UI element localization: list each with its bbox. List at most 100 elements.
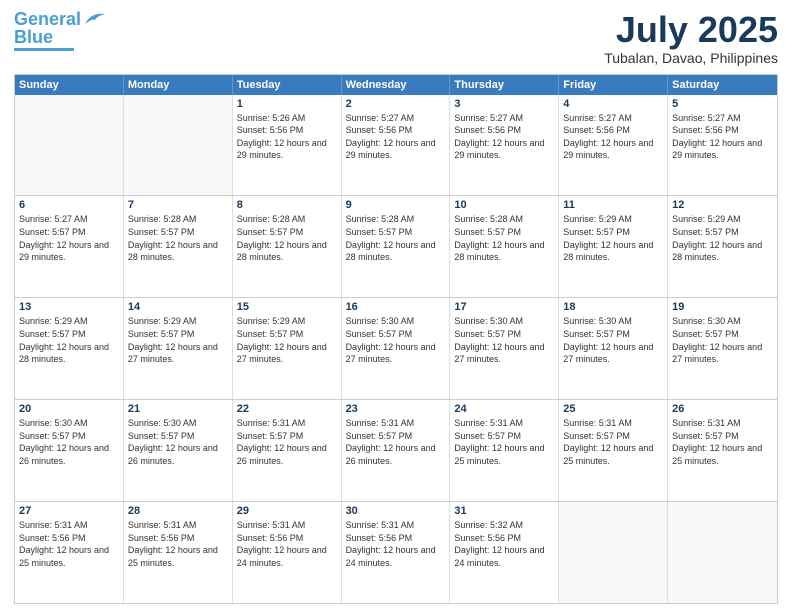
daylight-hours: Daylight: 12 hours and 29 minutes. bbox=[19, 239, 119, 264]
calendar-cell: 19Sunrise: 5:30 AMSunset: 5:57 PMDayligh… bbox=[668, 298, 777, 399]
sunrise-time: Sunrise: 5:30 AM bbox=[128, 417, 228, 430]
sunrise-time: Sunrise: 5:30 AM bbox=[454, 315, 554, 328]
day-number: 9 bbox=[346, 199, 446, 211]
sunrise-time: Sunrise: 5:28 AM bbox=[128, 213, 228, 226]
day-number: 3 bbox=[454, 98, 554, 110]
sunrise-time: Sunrise: 5:31 AM bbox=[672, 417, 773, 430]
sunrise-time: Sunrise: 5:31 AM bbox=[346, 417, 446, 430]
sunrise-time: Sunrise: 5:27 AM bbox=[563, 112, 663, 125]
sunset-time: Sunset: 5:56 PM bbox=[19, 532, 119, 545]
calendar-cell: 23Sunrise: 5:31 AMSunset: 5:57 PMDayligh… bbox=[342, 400, 451, 501]
calendar-row: 1Sunrise: 5:26 AMSunset: 5:56 PMDaylight… bbox=[15, 95, 777, 196]
header: General Blue July 2025 Tubalan, Davao, P… bbox=[14, 10, 778, 66]
sunrise-time: Sunrise: 5:30 AM bbox=[19, 417, 119, 430]
daylight-hours: Daylight: 12 hours and 25 minutes. bbox=[563, 442, 663, 467]
daylight-hours: Daylight: 12 hours and 24 minutes. bbox=[346, 544, 446, 569]
day-number: 31 bbox=[454, 505, 554, 517]
sunrise-time: Sunrise: 5:29 AM bbox=[237, 315, 337, 328]
sunrise-time: Sunrise: 5:27 AM bbox=[19, 213, 119, 226]
calendar-row: 27Sunrise: 5:31 AMSunset: 5:56 PMDayligh… bbox=[15, 501, 777, 603]
calendar-cell: 17Sunrise: 5:30 AMSunset: 5:57 PMDayligh… bbox=[450, 298, 559, 399]
sunset-time: Sunset: 5:57 PM bbox=[19, 226, 119, 239]
calendar-cell bbox=[559, 502, 668, 603]
title-month: July 2025 bbox=[604, 10, 778, 50]
sunrise-time: Sunrise: 5:28 AM bbox=[454, 213, 554, 226]
calendar-cell: 14Sunrise: 5:29 AMSunset: 5:57 PMDayligh… bbox=[124, 298, 233, 399]
calendar-header-cell: Wednesday bbox=[342, 75, 451, 95]
daylight-hours: Daylight: 12 hours and 27 minutes. bbox=[237, 341, 337, 366]
day-number: 4 bbox=[563, 98, 663, 110]
sunset-time: Sunset: 5:57 PM bbox=[19, 430, 119, 443]
sunrise-time: Sunrise: 5:28 AM bbox=[346, 213, 446, 226]
daylight-hours: Daylight: 12 hours and 28 minutes. bbox=[237, 239, 337, 264]
daylight-hours: Daylight: 12 hours and 28 minutes. bbox=[346, 239, 446, 264]
calendar-cell bbox=[124, 95, 233, 196]
daylight-hours: Daylight: 12 hours and 25 minutes. bbox=[128, 544, 228, 569]
day-number: 15 bbox=[237, 301, 337, 313]
calendar-cell: 5Sunrise: 5:27 AMSunset: 5:56 PMDaylight… bbox=[668, 95, 777, 196]
calendar-cell bbox=[668, 502, 777, 603]
day-number: 26 bbox=[672, 403, 773, 415]
calendar-cell: 29Sunrise: 5:31 AMSunset: 5:56 PMDayligh… bbox=[233, 502, 342, 603]
day-number: 14 bbox=[128, 301, 228, 313]
day-number: 10 bbox=[454, 199, 554, 211]
sunrise-time: Sunrise: 5:30 AM bbox=[563, 315, 663, 328]
daylight-hours: Daylight: 12 hours and 27 minutes. bbox=[672, 341, 773, 366]
calendar-cell: 30Sunrise: 5:31 AMSunset: 5:56 PMDayligh… bbox=[342, 502, 451, 603]
day-number: 21 bbox=[128, 403, 228, 415]
sunset-time: Sunset: 5:57 PM bbox=[346, 226, 446, 239]
sunset-time: Sunset: 5:56 PM bbox=[237, 532, 337, 545]
calendar-header-cell: Sunday bbox=[15, 75, 124, 95]
page: General Blue July 2025 Tubalan, Davao, P… bbox=[0, 0, 792, 612]
sunset-time: Sunset: 5:57 PM bbox=[563, 328, 663, 341]
calendar-cell: 27Sunrise: 5:31 AMSunset: 5:56 PMDayligh… bbox=[15, 502, 124, 603]
sunrise-time: Sunrise: 5:31 AM bbox=[563, 417, 663, 430]
day-number: 5 bbox=[672, 98, 773, 110]
sunset-time: Sunset: 5:56 PM bbox=[454, 124, 554, 137]
sunrise-time: Sunrise: 5:31 AM bbox=[237, 417, 337, 430]
calendar-cell: 28Sunrise: 5:31 AMSunset: 5:56 PMDayligh… bbox=[124, 502, 233, 603]
sunrise-time: Sunrise: 5:26 AM bbox=[237, 112, 337, 125]
calendar-cell: 25Sunrise: 5:31 AMSunset: 5:57 PMDayligh… bbox=[559, 400, 668, 501]
day-number: 20 bbox=[19, 403, 119, 415]
day-number: 17 bbox=[454, 301, 554, 313]
day-number: 13 bbox=[19, 301, 119, 313]
daylight-hours: Daylight: 12 hours and 29 minutes. bbox=[346, 137, 446, 162]
calendar-cell: 31Sunrise: 5:32 AMSunset: 5:56 PMDayligh… bbox=[450, 502, 559, 603]
daylight-hours: Daylight: 12 hours and 27 minutes. bbox=[346, 341, 446, 366]
sunset-time: Sunset: 5:57 PM bbox=[454, 328, 554, 341]
daylight-hours: Daylight: 12 hours and 26 minutes. bbox=[19, 442, 119, 467]
sunset-time: Sunset: 5:57 PM bbox=[672, 430, 773, 443]
sunset-time: Sunset: 5:56 PM bbox=[346, 532, 446, 545]
logo: General Blue bbox=[14, 10, 105, 51]
calendar-row: 13Sunrise: 5:29 AMSunset: 5:57 PMDayligh… bbox=[15, 297, 777, 399]
sunset-time: Sunset: 5:57 PM bbox=[454, 226, 554, 239]
day-number: 16 bbox=[346, 301, 446, 313]
daylight-hours: Daylight: 12 hours and 25 minutes. bbox=[672, 442, 773, 467]
logo-bird-icon bbox=[83, 10, 105, 28]
calendar-cell: 1Sunrise: 5:26 AMSunset: 5:56 PMDaylight… bbox=[233, 95, 342, 196]
daylight-hours: Daylight: 12 hours and 27 minutes. bbox=[563, 341, 663, 366]
day-number: 25 bbox=[563, 403, 663, 415]
sunrise-time: Sunrise: 5:29 AM bbox=[672, 213, 773, 226]
day-number: 12 bbox=[672, 199, 773, 211]
calendar-header-cell: Thursday bbox=[450, 75, 559, 95]
calendar-cell: 24Sunrise: 5:31 AMSunset: 5:57 PMDayligh… bbox=[450, 400, 559, 501]
day-number: 8 bbox=[237, 199, 337, 211]
day-number: 23 bbox=[346, 403, 446, 415]
daylight-hours: Daylight: 12 hours and 25 minutes. bbox=[454, 442, 554, 467]
calendar-row: 6Sunrise: 5:27 AMSunset: 5:57 PMDaylight… bbox=[15, 195, 777, 297]
sunset-time: Sunset: 5:57 PM bbox=[346, 430, 446, 443]
sunrise-time: Sunrise: 5:27 AM bbox=[672, 112, 773, 125]
calendar-cell: 22Sunrise: 5:31 AMSunset: 5:57 PMDayligh… bbox=[233, 400, 342, 501]
day-number: 11 bbox=[563, 199, 663, 211]
daylight-hours: Daylight: 12 hours and 26 minutes. bbox=[237, 442, 337, 467]
sunset-time: Sunset: 5:56 PM bbox=[672, 124, 773, 137]
sunrise-time: Sunrise: 5:28 AM bbox=[237, 213, 337, 226]
day-number: 6 bbox=[19, 199, 119, 211]
sunrise-time: Sunrise: 5:31 AM bbox=[19, 519, 119, 532]
sunset-time: Sunset: 5:56 PM bbox=[563, 124, 663, 137]
calendar: SundayMondayTuesdayWednesdayThursdayFrid… bbox=[14, 74, 778, 604]
logo-underline bbox=[14, 48, 74, 51]
sunset-time: Sunset: 5:57 PM bbox=[19, 328, 119, 341]
